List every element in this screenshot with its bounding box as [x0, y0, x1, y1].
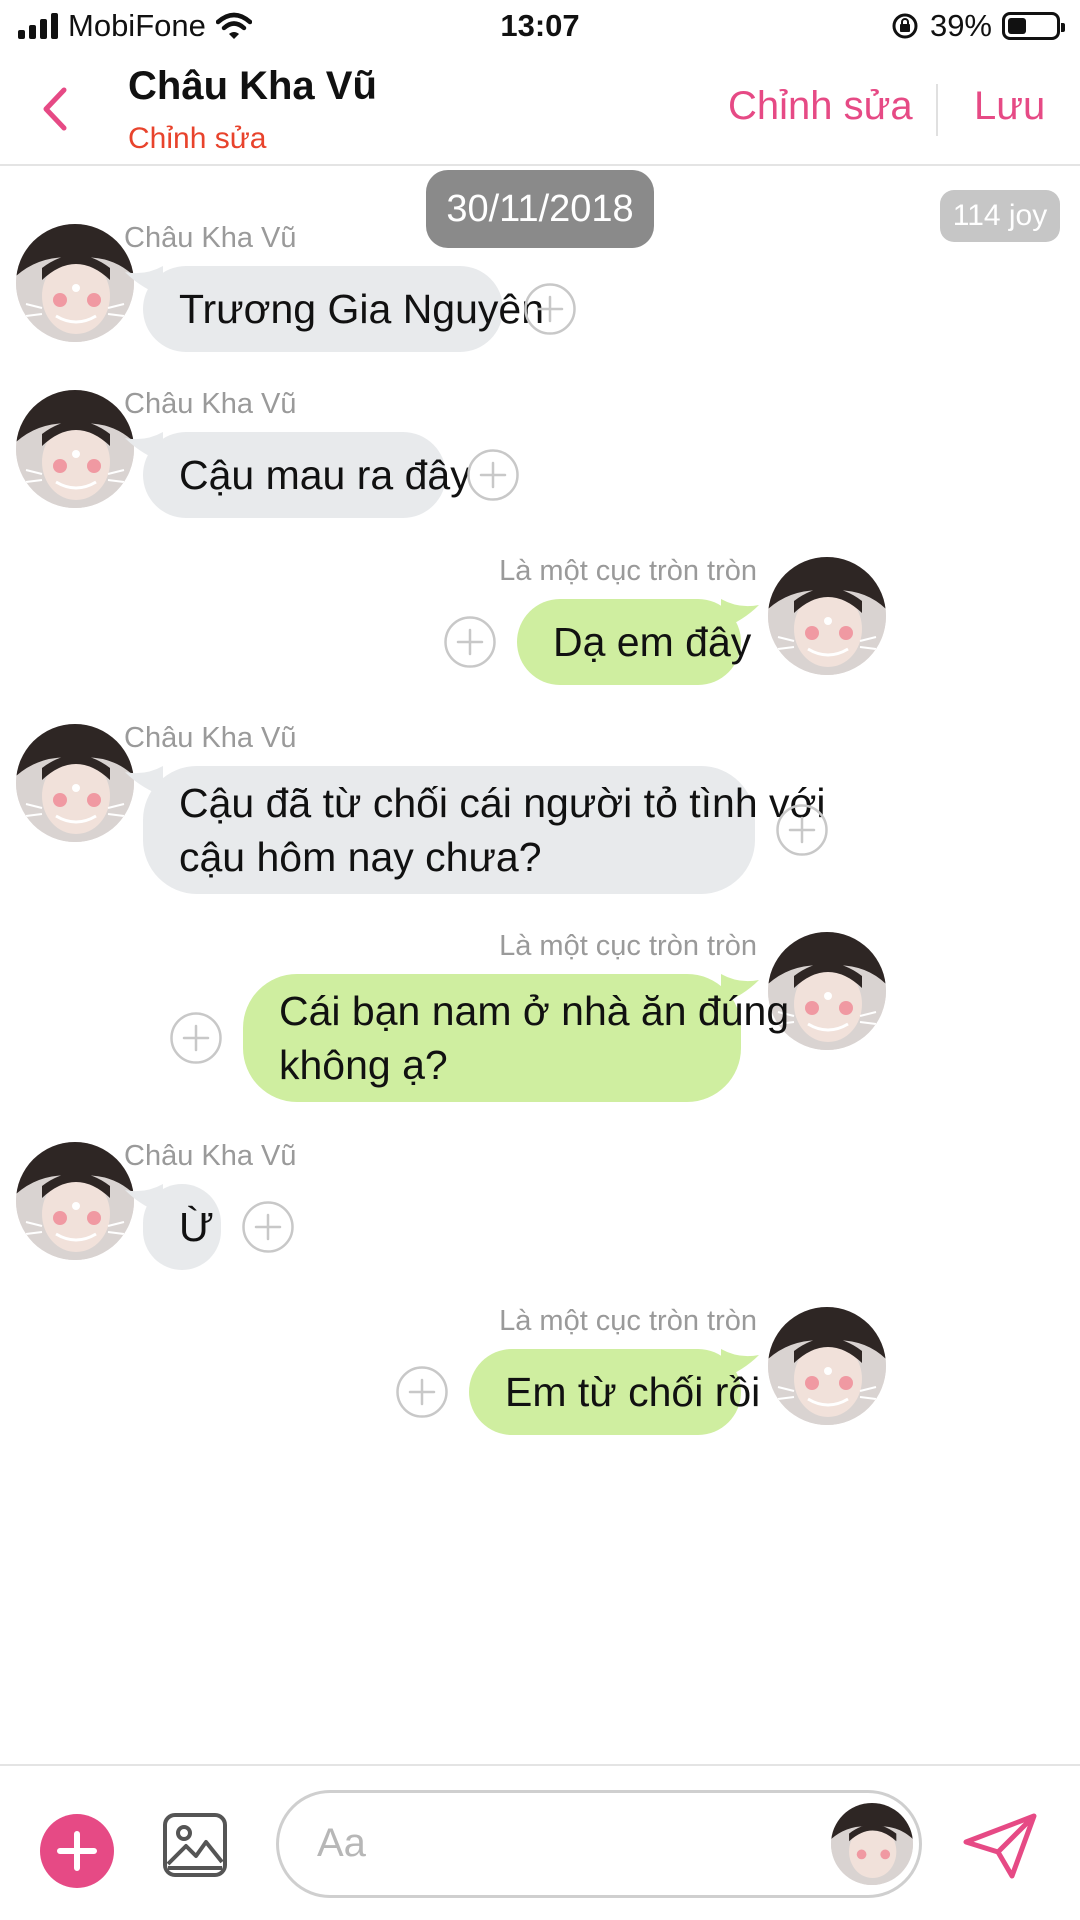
battery-level [1008, 18, 1026, 34]
message-bubble[interactable]: Dạ em đây [517, 599, 751, 685]
sender-avatar-selector[interactable] [831, 1803, 913, 1885]
add-reaction-icon[interactable] [395, 1365, 449, 1419]
send-icon[interactable] [962, 1812, 1038, 1880]
message-text: Cậu mau ra đây [179, 448, 471, 502]
avatar-image [768, 1307, 886, 1425]
orientation-lock-icon [892, 13, 918, 39]
message-line: Trương Gia Nguyên [179, 286, 545, 332]
add-reaction-icon[interactable] [241, 1200, 295, 1254]
sender-name: Châu Kha Vũ [124, 722, 297, 754]
back-chevron-icon[interactable] [36, 84, 76, 134]
image-icon[interactable] [162, 1812, 228, 1878]
message-text: Cậu đã từ chối cái người tỏ tình với cậu … [179, 776, 826, 884]
avatar-image [16, 724, 134, 842]
sender-name: Châu Kha Vũ [124, 388, 297, 420]
composer-bar: Aa [0, 1764, 1080, 1920]
message-input[interactable]: Aa [276, 1790, 922, 1898]
add-reaction-icon[interactable] [523, 282, 577, 336]
message-line: Cái bạn nam ở nhà ăn đúng [279, 988, 790, 1034]
message-line: cậu hôm nay chưa? [179, 834, 542, 880]
avatar[interactable] [16, 1142, 134, 1260]
avatar[interactable] [768, 557, 886, 675]
input-placeholder: Aa [317, 1821, 366, 1865]
message-bubble[interactable]: Cậu đã từ chối cái người tỏ tình với cậu … [143, 766, 826, 894]
avatar-image [16, 390, 134, 508]
message-bubble[interactable]: Em từ chối rồi [469, 1349, 760, 1435]
sender-name: Là một cục tròn tròn [499, 1305, 757, 1337]
header-divider [936, 84, 938, 136]
message-line: Cậu mau ra đây [179, 452, 471, 498]
outgoing-message: Là một cục tròn tròn Cái bạn nam ở nhà ăn… [0, 930, 1080, 1118]
message-line: không ạ? [279, 1042, 448, 1088]
battery-percent: 39% [929, 8, 992, 43]
chat-title: Châu Kha Vũ [128, 64, 377, 108]
avatar-image [831, 1803, 913, 1885]
add-reaction-icon[interactable] [443, 615, 497, 669]
sender-name: Là một cục tròn tròn [499, 555, 757, 587]
plus-icon [57, 1831, 97, 1871]
incoming-message: Châu Kha Vũ Cậu đã từ chối cái người tỏ t… [0, 722, 1080, 910]
incoming-message: Châu Kha Vũ Cậu mau ra đây [0, 388, 1080, 534]
avatar[interactable] [768, 1307, 886, 1425]
battery-icon [1002, 12, 1065, 40]
message-line: Ừ [179, 1204, 215, 1250]
message-text: Ừ [179, 1200, 214, 1254]
message-line: Cậu đã từ chối cái người tỏ tình với [179, 780, 826, 826]
incoming-message: Châu Kha Vũ Ừ [0, 1140, 1080, 1286]
chat-subtitle[interactable]: Chỉnh sửa [128, 122, 267, 156]
add-reaction-icon[interactable] [169, 1011, 223, 1065]
message-text: Em từ chối rồi [505, 1365, 760, 1419]
sender-name: Châu Kha Vũ [124, 1140, 297, 1172]
message-bubble[interactable]: Ừ [143, 1184, 221, 1270]
avatar-image [16, 224, 134, 342]
add-reaction-icon[interactable] [466, 448, 520, 502]
message-bubble[interactable]: Cái bạn nam ở nhà ăn đúng không ạ? [243, 974, 789, 1102]
avatar-image [16, 1142, 134, 1260]
avatar[interactable] [16, 724, 134, 842]
sender-name: Châu Kha Vũ [124, 222, 297, 254]
outgoing-message: Là một cục tròn tròn Em từ chối rồi [0, 1305, 1080, 1451]
chat-header: Châu Kha Vũ Chỉnh sửa Chỉnh sửa Lưu [0, 54, 1080, 166]
edit-button[interactable]: Chỉnh sửa [728, 84, 913, 129]
status-right: 39% [890, 8, 1065, 44]
avatar[interactable] [16, 390, 134, 508]
status-bar: MobiFone 13:07 39% [0, 0, 1080, 54]
message-bubble[interactable]: Trương Gia Nguyên [143, 266, 544, 352]
add-reaction-icon[interactable] [775, 803, 829, 857]
sender-name: Là một cục tròn tròn [499, 930, 757, 962]
message-text: Trương Gia Nguyên [179, 282, 544, 336]
message-line: Dạ em đây [553, 619, 752, 665]
avatar-image [768, 557, 886, 675]
message-text: Dạ em đây [553, 615, 751, 669]
avatar[interactable] [16, 224, 134, 342]
message-text: Cái bạn nam ở nhà ăn đúng không ạ? [279, 984, 789, 1092]
save-button[interactable]: Lưu [974, 84, 1045, 129]
message-bubble[interactable]: Cậu mau ra đây [143, 432, 471, 518]
message-line: Em từ chối rồi [505, 1369, 761, 1415]
incoming-message: Châu Kha Vũ Trương Gia Nguyên [0, 222, 1080, 368]
outgoing-message: Là một cục tròn tròn Dạ em đây [0, 555, 1080, 701]
add-button[interactable] [40, 1814, 114, 1888]
